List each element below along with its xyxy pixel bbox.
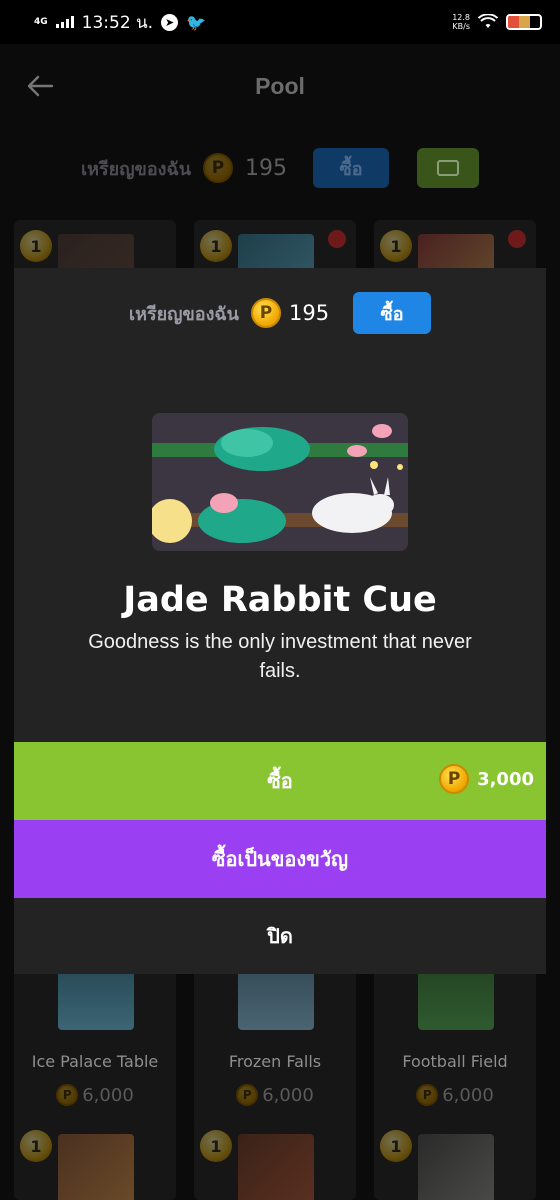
price-value: 6,000 — [82, 1084, 134, 1106]
status-bar: 4G 13:52 น. ➤ 🐦 12.8 KB/s — [0, 0, 560, 44]
navigation-icon: ➤ — [161, 13, 179, 31]
wifi-icon — [478, 14, 498, 28]
level-badge: 1 — [20, 230, 52, 262]
speed-value: 12.8 — [452, 13, 470, 22]
price-value: 6,000 — [262, 1084, 314, 1106]
price-tag: P 3,000 — [439, 764, 534, 794]
item-thumbnail — [58, 1134, 134, 1200]
page-title: Pool — [255, 72, 305, 99]
card-name: Ice Palace Table — [31, 1052, 159, 1071]
price-value: 6,000 — [442, 1084, 494, 1106]
coin-icon: P — [56, 1084, 79, 1106]
card-name: Frozen Falls — [228, 1052, 322, 1071]
signal-icon — [55, 16, 74, 28]
dialog-coins-bar: เหรียญของฉัน P 195 ซื้อ — [14, 292, 546, 334]
my-coins-label: เหรียญของฉัน — [80, 158, 192, 180]
buy-coins-button[interactable]: ซื้อ — [353, 292, 432, 334]
level-badge: 1 — [380, 1130, 412, 1162]
card-price: P 6,000 — [374, 1084, 536, 1106]
level-badge: 1 — [380, 230, 412, 262]
coin-count: 195 — [288, 301, 330, 325]
purchase-dialog: เหรียญของฉัน P 195 ซื้อ Jade Rabbit Cue … — [14, 268, 546, 974]
coin-icon: P — [250, 298, 281, 328]
cue-preview-image — [152, 413, 408, 551]
battery-icon — [506, 14, 542, 30]
app-bar: Pool — [0, 44, 560, 128]
level-badge: 1 — [20, 1130, 52, 1162]
my-coins-label: เหรียญของฉัน — [128, 303, 239, 325]
coin-count: 195 — [245, 155, 288, 181]
grid-card[interactable]: 1 — [374, 1120, 536, 1200]
item-thumbnail — [238, 1134, 314, 1200]
gift-button[interactable]: ซื้อเป็นของขวัญ — [14, 820, 546, 898]
card-price: P 6,000 — [14, 1084, 176, 1106]
coin-icon: P — [416, 1084, 439, 1106]
item-description: Goodness is the only investment that nev… — [88, 631, 472, 682]
speed-unit: KB/s — [452, 22, 470, 31]
item-thumbnail — [418, 1134, 494, 1200]
network-speed: 12.8 KB/s — [452, 13, 470, 31]
grid-card[interactable]: 1 — [194, 1120, 356, 1200]
purchase-button[interactable]: ซื้อ P 3,000 — [14, 742, 546, 820]
new-indicator — [328, 230, 346, 248]
wallet-button[interactable] — [417, 148, 480, 188]
new-indicator — [508, 230, 526, 248]
my-coins-bar: เหรียญของฉัน P 195 ซื้อ — [0, 148, 560, 188]
network-type: 4G — [34, 16, 48, 27]
grid-card[interactable]: 1 — [14, 1120, 176, 1200]
purchase-label: ซื้อ — [267, 769, 293, 793]
buy-coins-button[interactable]: ซื้อ — [313, 148, 390, 188]
card-name: Football Field — [402, 1052, 508, 1071]
back-arrow-icon[interactable] — [24, 70, 56, 102]
clock: 13:52 น. — [81, 12, 154, 33]
coin-icon: P — [439, 764, 470, 794]
level-badge: 1 — [200, 230, 232, 262]
level-badge: 1 — [200, 1130, 232, 1162]
wallet-icon — [437, 160, 460, 176]
price-value: 3,000 — [477, 768, 534, 790]
close-button[interactable]: ปิด — [14, 898, 546, 974]
coin-icon: P — [203, 153, 234, 183]
coin-icon: P — [236, 1084, 259, 1106]
card-price: P 6,000 — [194, 1084, 356, 1106]
item-title: Jade Rabbit Cue — [123, 580, 437, 620]
twitter-icon: 🐦 — [186, 12, 206, 32]
